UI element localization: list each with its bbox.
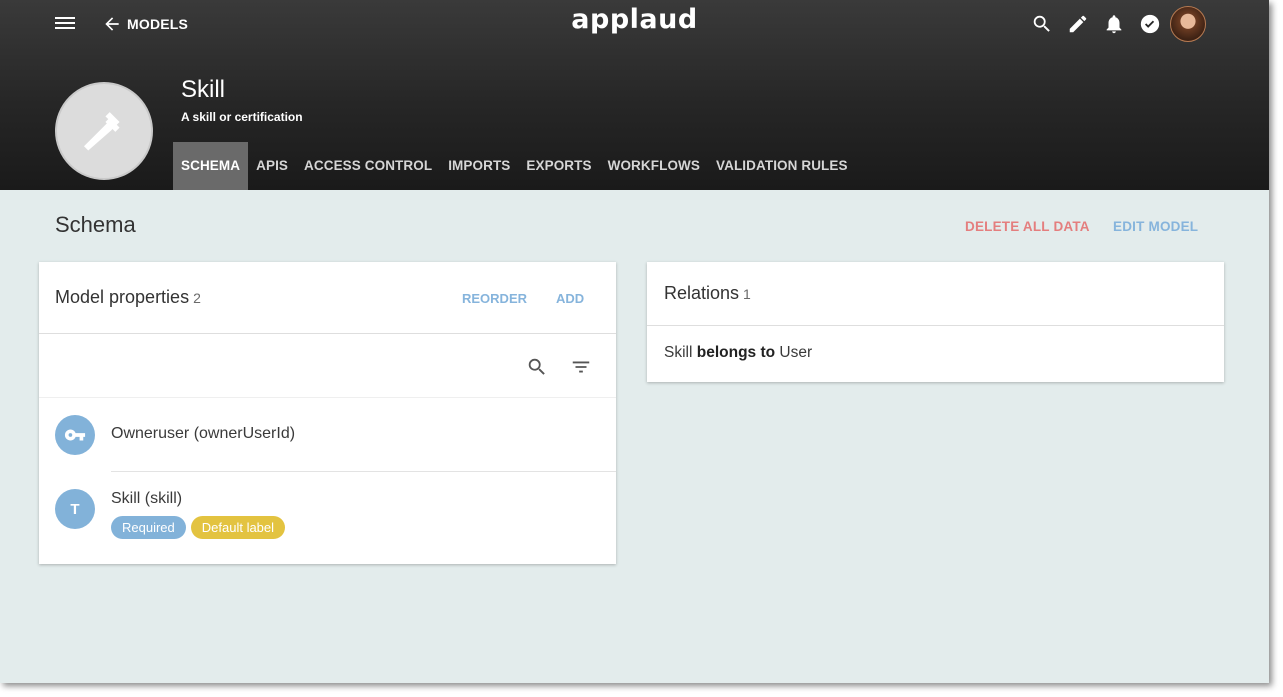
app-window: MODELS applaud Skill A skill or certific… [0, 0, 1269, 683]
model-title: Skill [181, 76, 226, 103]
model-properties-card: Model properties 2 REORDER ADD Owneruser … [39, 262, 616, 564]
property-name: Skill (skill) [111, 490, 183, 507]
model-tabs: SCHEMA APIS ACCESS CONTROL IMPORTS EXPOR… [173, 142, 856, 190]
edit-model-button[interactable]: EDIT MODEL [1113, 219, 1198, 234]
property-row-owneruser[interactable]: Owneruser (ownerUserId) [39, 398, 616, 471]
section-title: Schema [55, 212, 136, 237]
tab-apis[interactable]: APIS [248, 142, 296, 190]
search-icon[interactable] [526, 356, 548, 378]
tab-validation-rules[interactable]: VALIDATION RULES [708, 142, 856, 190]
hammer-icon [84, 112, 120, 151]
add-property-button[interactable]: ADD [556, 291, 584, 306]
pencil-icon[interactable] [1067, 13, 1089, 35]
filter-icon[interactable] [570, 356, 592, 378]
tab-exports[interactable]: EXPORTS [518, 142, 599, 190]
relation-row[interactable]: Skill belongs to User [664, 344, 812, 362]
relation-subject: Skill [664, 344, 693, 361]
model-avatar [55, 82, 153, 180]
relation-object: User [779, 344, 813, 361]
avatar[interactable] [1170, 6, 1206, 42]
required-badge: Required [111, 516, 186, 539]
search-icon[interactable] [1031, 13, 1053, 35]
relations-title-text: Relations [664, 283, 740, 303]
relation-verb: belongs to [696, 344, 776, 361]
tab-schema[interactable]: SCHEMA [173, 142, 249, 190]
property-name: Owneruser (ownerUserId) [111, 425, 296, 442]
text-type-icon: T [55, 489, 95, 529]
model-subtitle: A skill or certification [181, 110, 303, 124]
relations-header: Relations 1 [647, 262, 1224, 326]
tab-access-control[interactable]: ACCESS CONTROL [296, 142, 440, 190]
delete-all-data-button[interactable]: DELETE ALL DATA [965, 219, 1090, 234]
check-circle-icon[interactable] [1139, 13, 1161, 35]
properties-count: 2 [193, 290, 201, 306]
default-label-badge: Default label [190, 516, 286, 539]
text-type-letter: T [70, 500, 80, 518]
bell-icon[interactable] [1103, 13, 1125, 35]
relations-count: 1 [743, 286, 751, 302]
tab-workflows[interactable]: WORKFLOWS [600, 142, 708, 190]
brand-text: applaud [571, 4, 698, 35]
relations-title: Relations 1 [664, 283, 751, 304]
app-header: MODELS applaud Skill A skill or certific… [0, 0, 1269, 190]
tab-imports[interactable]: IMPORTS [440, 142, 518, 190]
properties-title: Model properties 2 [55, 287, 201, 308]
key-icon [55, 415, 95, 455]
properties-header: Model properties 2 REORDER ADD [39, 262, 616, 334]
properties-title-text: Model properties [55, 287, 190, 307]
properties-toolbar [39, 334, 616, 398]
property-badges: Required Default label [111, 516, 290, 539]
reorder-button[interactable]: REORDER [462, 291, 527, 306]
property-row-skill[interactable]: T Skill (skill) Required Default label [39, 472, 616, 564]
relations-card: Relations 1 Skill belongs to User [647, 262, 1224, 382]
